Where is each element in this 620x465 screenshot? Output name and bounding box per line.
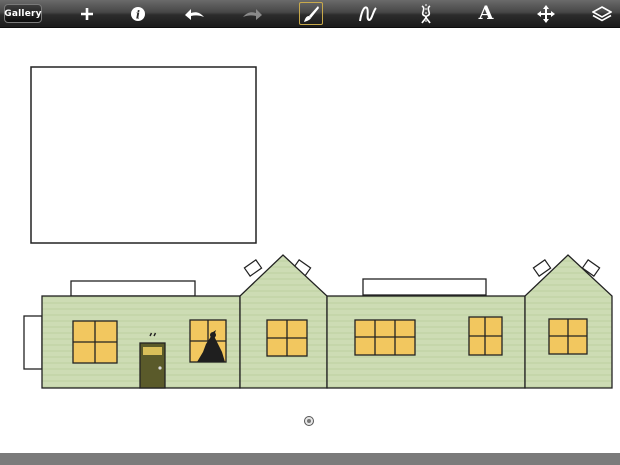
window — [72, 320, 118, 364]
roof-tab-left — [70, 280, 196, 297]
gable-tab — [243, 259, 263, 277]
bottom-bar — [0, 453, 620, 465]
window — [468, 316, 503, 356]
brush-button[interactable] — [299, 2, 323, 25]
layers-button[interactable] — [590, 2, 614, 25]
transform-icon — [537, 4, 555, 23]
blank-rectangle — [30, 66, 257, 244]
window — [266, 319, 308, 357]
text-icon: A — [478, 2, 494, 24]
svg-text:i: i — [136, 8, 140, 21]
gallery-button[interactable]: Gallery — [4, 4, 42, 23]
drawing-canvas[interactable] — [0, 28, 620, 453]
info-icon: i — [131, 6, 145, 21]
info-button[interactable]: i — [126, 2, 150, 25]
add-button[interactable] — [75, 2, 99, 25]
layers-icon — [592, 5, 612, 21]
text-button[interactable]: A — [474, 2, 498, 25]
undo-button[interactable] — [183, 2, 207, 25]
roof-tab-right — [362, 278, 487, 296]
window — [189, 319, 227, 363]
redo-button[interactable] — [240, 2, 264, 25]
side-tab-left — [23, 315, 43, 370]
brush-icon — [304, 5, 319, 22]
undo-icon — [185, 8, 204, 20]
redo-icon — [243, 8, 262, 20]
window — [548, 318, 588, 355]
curve-icon — [359, 5, 377, 21]
add-icon — [81, 7, 93, 20]
canvas-marker-icon[interactable] — [304, 416, 314, 426]
symmetry-icon — [421, 3, 431, 24]
curve-button[interactable] — [356, 2, 380, 25]
symmetry-button[interactable] — [414, 2, 438, 25]
transform-button[interactable] — [534, 2, 558, 25]
window — [354, 319, 416, 356]
top-toolbar: Gallery i A — [0, 0, 620, 28]
